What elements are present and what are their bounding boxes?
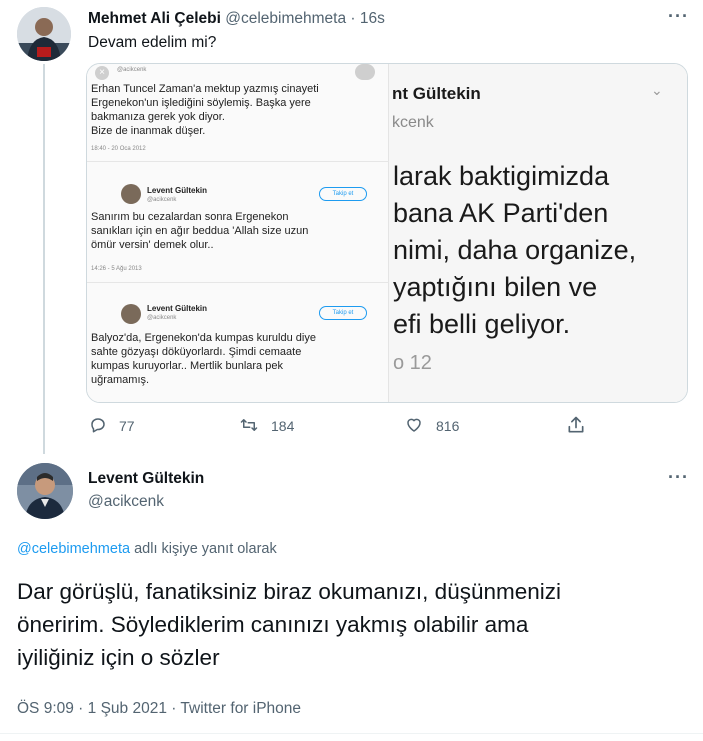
embedded-line: sahte gözyaşı döküyorlardı. Şimdi cemaat… [91,346,302,358]
tweet-header: Mehmet Ali Çelebi @celebimehmeta · 16s [88,10,385,28]
avatar[interactable] [17,7,71,61]
embedded-divider [87,161,389,162]
embedded-date: 18:40 - 20 Oca 2012 [91,146,146,152]
embedded-line: uğramamış. [91,374,150,386]
mention-link[interactable]: @celebimehmeta [17,541,130,557]
embedded-line: kumpas kuruyorlar.. Mertlik bunlara pek [91,360,283,372]
embedded-follow-button: Takip et [319,306,367,320]
embedded-line: bakmanıza gerek yok diyor. [91,111,225,123]
retweet-icon [239,416,259,437]
separator-dot: · [350,10,356,27]
reply-button[interactable]: 77 [89,413,135,439]
more-icon[interactable]: ··· [668,6,689,27]
reply-icon [89,416,107,437]
embedded-line: Ergenekon'un işlediğini söylemiş. Başka … [91,97,311,109]
author-handle[interactable]: @acikcenk [88,493,164,511]
tweet-original[interactable]: Mehmet Ali Çelebi @celebimehmeta · 16s ·… [0,0,703,455]
like-button[interactable]: 816 [404,413,459,439]
embedded-avatar [121,184,141,204]
replying-to: @celebimehmeta adlı kişiye yanıt olarak [17,541,277,557]
tweet-text-line: iyiliğiniz için o sözler [17,645,220,670]
author-name[interactable]: Levent Gültekin [88,470,204,488]
embedded-handle: kcenk [392,114,434,131]
tweet-text: Devam edelim mi? [88,34,217,51]
embedded-line: Balyoz'da, Ergenekon'da kumpas kuruldu d… [91,332,316,344]
tweet-time[interactable]: 16s [360,10,385,27]
media-image-left[interactable]: × @acikcenk Erhan Tuncel Zaman'a mektup … [87,64,389,402]
embedded-date: 14:26 - 5 Ağu 2013 [91,266,142,272]
tweet-metadata[interactable]: ÖS 9:09 · 1 Şub 2021 · Twitter for iPhon… [17,700,301,718]
retweet-button[interactable]: 184 [239,413,294,439]
tweet-text-line: öneririm. Söylediklerim canınızı yakmış … [17,612,529,637]
avatar[interactable] [17,463,73,519]
embedded-line: bana AK Parti'den [393,198,609,228]
embedded-line: yaptığını bilen ve [393,272,598,302]
embedded-footer: o 12 [393,352,432,374]
tweet-text: Dar görüşlü, fanatiksiniz biraz okumanız… [17,575,687,674]
reply-count: 77 [119,418,135,434]
close-icon: × [95,66,109,80]
embedded-name: Levent Gültekin [147,304,208,313]
embedded-divider [87,282,389,283]
media-image-right[interactable]: nt Gültekin kcenk ⌄ larak baktigimizda b… [389,64,687,402]
share-button[interactable] [566,413,598,439]
embedded-name: nt Gültekin [392,84,481,103]
tweet-text-line: Dar görüşlü, fanatiksiniz biraz okumanız… [17,579,561,604]
zoom-icon [355,64,375,80]
embedded-line: efi belli geliyor. [393,309,571,339]
embedded-follow-button: Takip et [319,187,367,201]
embedded-line: ömür versin' demek olur.. [91,239,214,251]
embedded-name: Levent Gültekin [147,186,208,195]
author-name[interactable]: Mehmet Ali Çelebi [88,10,221,27]
retweet-count: 184 [271,418,295,434]
divider [0,733,703,734]
embedded-line: nimi, daha organize, [393,235,637,265]
chevron-down-icon: ⌄ [651,82,663,98]
tweet-media[interactable]: × @acikcenk Erhan Tuncel Zaman'a mektup … [86,63,688,403]
embedded-line: larak baktigimizda [393,161,610,191]
replying-label: adlı kişiye yanıt olarak [130,541,277,557]
share-icon [566,415,586,438]
like-icon [404,416,424,437]
embedded-avatar [121,304,141,324]
embedded-line: sanıkları için en ağır beddua 'Allah siz… [91,225,309,237]
embedded-handle: @acikcenk [117,67,147,73]
embedded-line: Sanırım bu cezalardan sonra Ergenekon [91,211,289,223]
more-icon[interactable]: ··· [668,467,689,488]
thread-connector [43,64,45,454]
embedded-handle: @acikcenk [147,315,177,321]
embedded-line: Bize de inanmak düşer. [91,125,206,137]
author-handle[interactable]: @celebimehmeta [225,10,346,27]
embedded-handle: @acikcenk [147,197,177,203]
like-count: 816 [436,418,460,434]
embedded-line: Erhan Tuncel Zaman'a mektup yazmış cinay… [91,83,319,95]
